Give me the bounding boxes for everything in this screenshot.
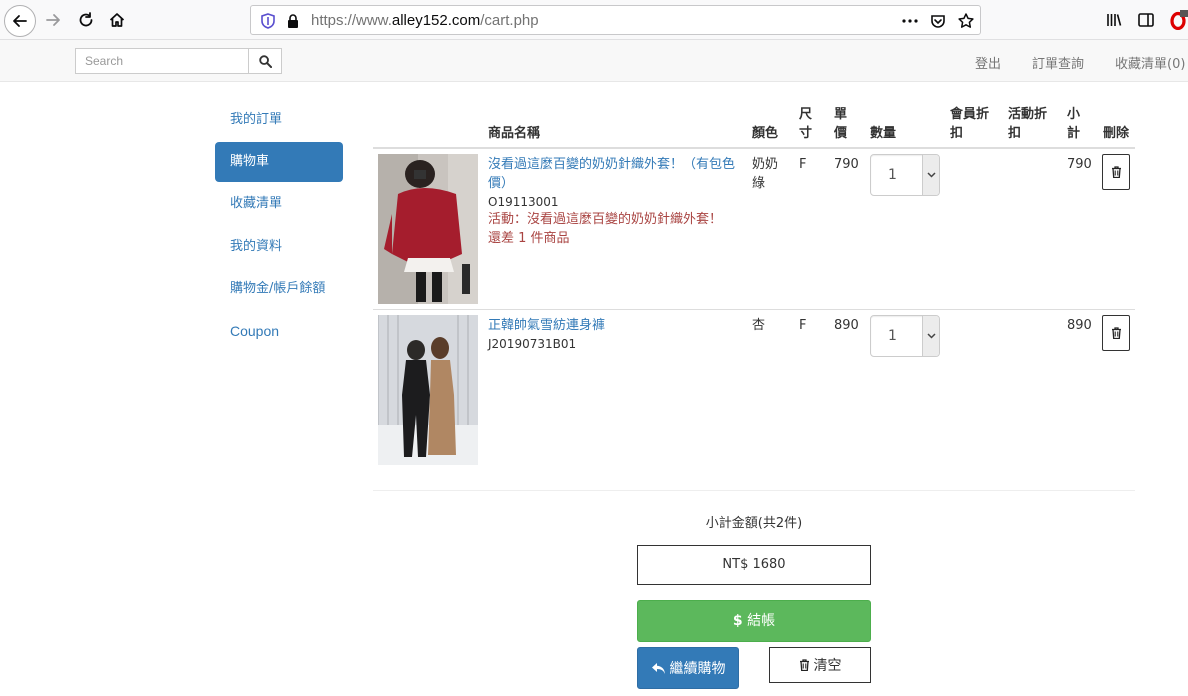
sidebar-item-my-orders[interactable]: 我的訂單 (215, 100, 343, 140)
sidebar-item-credit-balance[interactable]: 購物金/帳戶餘額 (215, 269, 343, 309)
clear-cart-label: 清空 (813, 658, 842, 674)
header-event-discount: 活動折扣 (1008, 107, 1048, 141)
product-image-cardigan[interactable] (378, 154, 478, 304)
header-quantity: 數量 (870, 126, 897, 141)
product-price: 890 (834, 318, 859, 333)
sidebar-item-wishlist[interactable]: 收藏清單 (215, 184, 343, 224)
reload-icon (79, 12, 93, 27)
order-query-link[interactable]: 訂單查詢 (1032, 53, 1084, 72)
sidebar-item-coupon[interactable]: Coupon (215, 311, 343, 351)
opera-extension-icon[interactable] (1168, 10, 1188, 30)
reply-arrow-icon (651, 662, 665, 674)
checkout-label: 結帳 (747, 613, 776, 629)
arrow-right-icon (46, 14, 60, 26)
quantity-value: 1 (888, 328, 897, 344)
arrow-left-icon (13, 15, 27, 27)
home-icon (109, 13, 125, 27)
header-product-name: 商品名稱 (488, 126, 541, 141)
header-color: 顏色 (752, 126, 779, 141)
product-size: F (799, 157, 807, 172)
promo-text: 活動：沒看過這麼百變的奶奶針織外套！ 還差 1 件商品 (488, 212, 723, 246)
header-member-discount: 會員折扣 (950, 107, 990, 141)
chevron-down-icon (922, 155, 939, 195)
delete-item-button[interactable] (1102, 315, 1130, 351)
site-header: Search 登出 訂單查詢 收藏清單(0) (0, 40, 1188, 82)
product-sku: J20190731B01 (488, 337, 577, 351)
more-actions-icon[interactable] (901, 12, 919, 30)
dollar-icon: $ (732, 613, 743, 629)
row-subtotal: 790 (1067, 157, 1092, 172)
header-subtotal: 小計 (1067, 107, 1081, 141)
product-image-jumpsuit[interactable] (378, 315, 478, 465)
sidebar-toggle-icon[interactable] (1137, 11, 1155, 29)
header-size: 尺寸 (799, 107, 813, 141)
quantity-value: 1 (888, 167, 897, 183)
sidebar-item-cart[interactable]: 購物車 (215, 142, 343, 182)
library-icon[interactable] (1105, 11, 1123, 29)
quantity-select[interactable]: 1 (870, 154, 940, 196)
table-bottom-divider (373, 490, 1135, 491)
chevron-down-icon (922, 316, 939, 356)
wishlist-link[interactable]: 收藏清單(0) (1115, 53, 1185, 72)
continue-shopping-label: 繼續購物 (669, 661, 726, 677)
logout-link[interactable]: 登出 (975, 53, 1001, 72)
url-text: https://www.alley152.com/cart.php (311, 12, 539, 29)
product-photo-cardigan (378, 154, 478, 304)
sidebar-item-my-profile[interactable]: 我的資料 (215, 227, 343, 267)
product-color: 奶奶綠 (752, 157, 779, 191)
product-name-link[interactable]: 正韓帥氣雪紡連身褲 (488, 316, 605, 335)
subtotal-label: 小計金額(共2件) (705, 516, 803, 531)
total-amount: NT$ 1680 (637, 545, 871, 585)
row-subtotal: 890 (1067, 318, 1092, 333)
product-price: 790 (834, 157, 859, 172)
product-color: 杏 (752, 318, 766, 333)
address-bar[interactable]: https://www.alley152.com/cart.php (250, 5, 981, 35)
product-size: F (799, 318, 807, 333)
forward-button[interactable] (38, 6, 68, 34)
home-button[interactable] (102, 6, 132, 34)
pocket-icon[interactable] (929, 12, 947, 30)
trash-icon (799, 659, 809, 671)
bookmark-star-icon[interactable] (957, 12, 975, 30)
quantity-select[interactable]: 1 (870, 315, 940, 357)
table-header-divider (373, 147, 1135, 149)
continue-shopping-button[interactable]: 繼續購物 (637, 647, 739, 689)
delete-item-button[interactable] (1102, 154, 1130, 190)
trash-icon (1111, 327, 1121, 339)
search-button[interactable] (248, 48, 282, 74)
search-input[interactable]: Search (75, 48, 249, 74)
checkout-button[interactable]: $ 結帳 (637, 600, 871, 642)
header-unit-price: 單價 (834, 107, 848, 141)
search-icon (258, 54, 272, 68)
product-photo-jumpsuit (378, 315, 478, 465)
browser-toolbar: https://www.alley152.com/cart.php (0, 0, 1188, 40)
back-button[interactable] (4, 5, 36, 37)
product-name-link[interactable]: 沒看過這麼百變的奶奶針織外套！（有包色 價） (488, 155, 746, 193)
header-delete: 刪除 (1103, 126, 1130, 141)
lock-icon[interactable] (284, 12, 302, 30)
trash-icon (1111, 166, 1121, 178)
tracking-shield-icon[interactable] (259, 12, 277, 30)
reload-button[interactable] (71, 6, 101, 34)
clear-cart-button[interactable]: 清空 (769, 647, 871, 683)
row-divider (373, 309, 1135, 310)
